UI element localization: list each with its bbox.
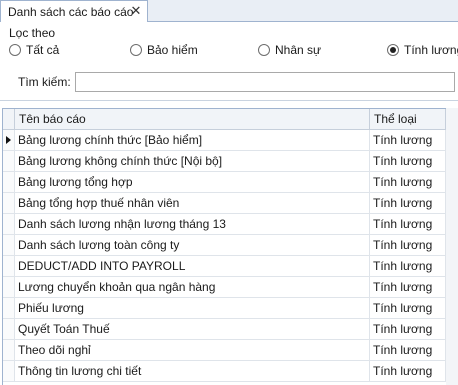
cell-report-name[interactable]: Quyết Toán Thuế <box>15 319 370 339</box>
table-row[interactable]: Lương chuyển khoản qua ngân hàng Tính lươ… <box>3 277 446 298</box>
column-header-type[interactable]: Thể loại <box>370 109 446 129</box>
tab-strip: Danh sách các báo cáo ✕ <box>0 0 458 22</box>
cell-report-type[interactable]: Tính lương <box>370 193 446 213</box>
cell-report-type[interactable]: Tính lương <box>370 235 446 255</box>
row-indicator[interactable] <box>3 277 15 297</box>
current-row-arrow-icon[interactable] <box>3 130 15 150</box>
tab-title: Danh sách các báo cáo <box>8 4 134 19</box>
cell-report-name[interactable]: Bảng lương chính thức [Bảo hiểm] <box>15 130 370 150</box>
table-row[interactable]: DEDUCT/ADD INTO PAYROLL Tính lương <box>3 256 446 277</box>
cell-report-name[interactable]: Phiếu lương <box>15 298 370 318</box>
radio-insurance[interactable]: Bảo hiểm <box>130 43 198 57</box>
radio-payroll-label: Tính lương <box>404 43 458 57</box>
cell-report-name[interactable]: Danh sách lương toàn công ty <box>15 235 370 255</box>
table-row[interactable]: Danh sách lương nhận lương tháng 13 Tính … <box>3 214 446 235</box>
table-row[interactable]: Quyết Toán Thuế Tính lương <box>3 319 446 340</box>
row-indicator[interactable] <box>3 151 15 171</box>
filter-panel: Lọc theo Tất cả Bảo hiểm Nhân sự Tính lư… <box>0 22 458 100</box>
header-indicator <box>3 109 15 129</box>
cell-report-type[interactable]: Tính lương <box>370 256 446 276</box>
divider <box>0 100 458 101</box>
row-indicator[interactable] <box>3 235 15 255</box>
cell-report-type[interactable]: Tính lương <box>370 130 446 150</box>
table-row[interactable]: Bảng lương tổng hợp Tính lương <box>3 172 446 193</box>
cell-report-type[interactable]: Tính lương <box>370 340 446 360</box>
cell-report-name[interactable]: Bảng tổng hợp thuế nhân viên <box>15 193 370 213</box>
radio-all-circle[interactable] <box>9 44 21 56</box>
row-indicator[interactable] <box>3 361 15 381</box>
cell-report-name[interactable]: Danh sách lương nhận lương tháng 13 <box>15 214 370 234</box>
cell-report-type[interactable]: Tính lương <box>370 277 446 297</box>
row-indicator[interactable] <box>3 340 15 360</box>
row-indicator[interactable] <box>3 172 15 192</box>
cell-report-type[interactable]: Tính lương <box>370 298 446 318</box>
cell-report-type[interactable]: Tính lương <box>370 319 446 339</box>
row-indicator[interactable] <box>3 256 15 276</box>
radio-payroll[interactable]: Tính lương <box>387 43 458 57</box>
radio-insurance-circle[interactable] <box>130 44 142 56</box>
filter-legend: Lọc theo <box>9 26 56 40</box>
cell-report-name[interactable]: Thông tin lương chi tiết <box>15 361 370 381</box>
table-row[interactable]: Thông tin lương chi tiết Tính lương <box>3 361 446 382</box>
radio-all[interactable]: Tất cả <box>9 43 59 57</box>
cell-report-name[interactable]: Theo dõi nghỉ <box>15 340 370 360</box>
table-row[interactable]: Bảng lương không chính thức [Nội bộ] Tính… <box>3 151 446 172</box>
table-row[interactable]: Phiếu lương Tính lương <box>3 298 446 319</box>
row-indicator[interactable] <box>3 214 15 234</box>
grid-margin <box>446 108 458 385</box>
radio-insurance-label: Bảo hiểm <box>147 43 198 57</box>
cell-report-type[interactable]: Tính lương <box>370 151 446 171</box>
grid-header: Tên báo cáo Thể loại <box>3 109 446 130</box>
radio-personnel[interactable]: Nhân sự <box>258 43 321 57</box>
report-grid: Tên báo cáo Thể loại Bảng lương chính th… <box>2 108 446 385</box>
cell-report-name[interactable]: Lương chuyển khoản qua ngân hàng <box>15 277 370 297</box>
row-indicator[interactable] <box>3 319 15 339</box>
radio-personnel-circle[interactable] <box>258 44 270 56</box>
table-row[interactable]: Theo dõi nghỉ Tính lương <box>3 340 446 361</box>
cell-report-name[interactable]: Bảng lương tổng hợp <box>15 172 370 192</box>
cell-report-name[interactable]: Bảng lương không chính thức [Nội bộ] <box>15 151 370 171</box>
column-header-name[interactable]: Tên báo cáo <box>15 109 370 129</box>
radio-payroll-circle[interactable] <box>387 44 399 56</box>
cell-report-type[interactable]: Tính lương <box>370 214 446 234</box>
table-row[interactable]: Bảng tổng hợp thuế nhân viên Tính lương <box>3 193 446 214</box>
tab-report-list[interactable]: Danh sách các báo cáo ✕ <box>0 0 148 22</box>
search-input[interactable] <box>75 72 455 92</box>
cell-report-name[interactable]: DEDUCT/ADD INTO PAYROLL <box>15 256 370 276</box>
table-row[interactable]: Bảng lương chính thức [Bảo hiểm] Tính lươ… <box>3 130 446 151</box>
row-indicator[interactable] <box>3 193 15 213</box>
radio-personnel-label: Nhân sự <box>275 43 322 57</box>
close-icon[interactable]: ✕ <box>129 4 143 18</box>
radio-all-label: Tất cả <box>26 43 60 57</box>
table-row[interactable]: Danh sách lương toàn công ty Tính lương <box>3 235 446 256</box>
search-label: Tìm kiếm: <box>18 75 71 89</box>
cell-report-type[interactable]: Tính lương <box>370 361 446 381</box>
cell-report-type[interactable]: Tính lương <box>370 172 446 192</box>
row-indicator[interactable] <box>3 298 15 318</box>
